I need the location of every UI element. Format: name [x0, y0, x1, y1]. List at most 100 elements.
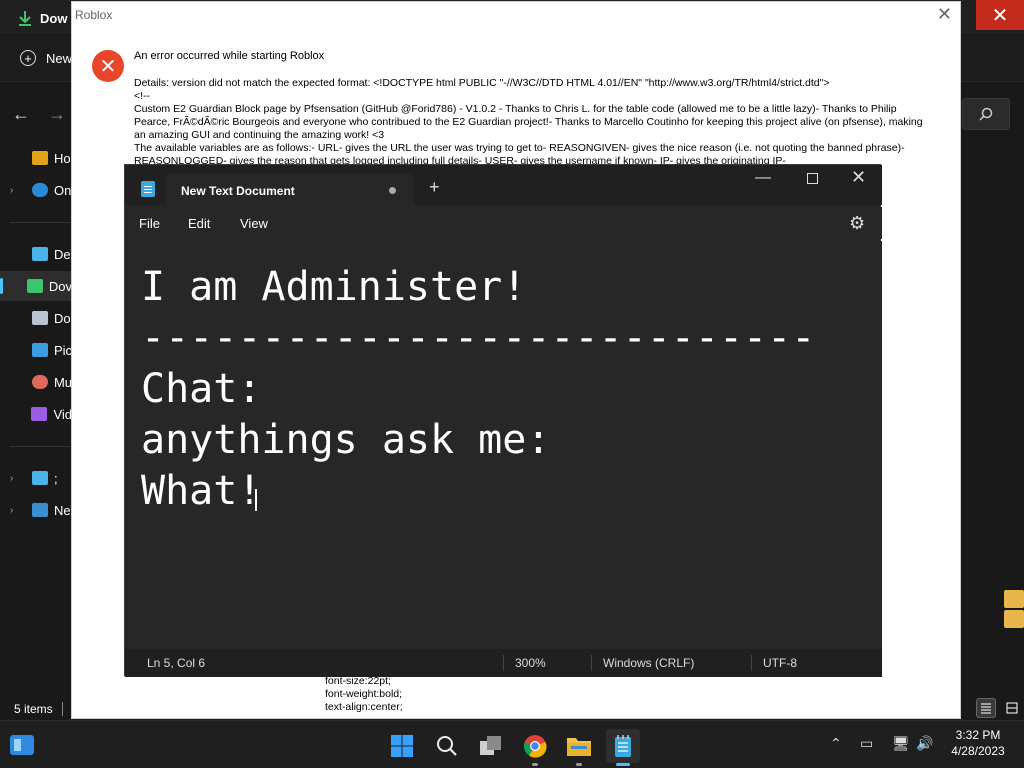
nav-item-network[interactable]: › Ne	[0, 495, 72, 525]
keyboard-icon[interactable]: ▭	[860, 735, 873, 752]
download-icon	[19, 11, 31, 26]
chevron-right-icon[interactable]: ›	[10, 185, 22, 196]
nav-item-onedrive[interactable]: › On	[0, 175, 72, 205]
forward-arrow-icon[interactable]: →	[48, 104, 66, 125]
nav-item-documents[interactable]: Do	[0, 303, 72, 333]
show-hidden-icons-chevron-icon[interactable]: ⌃	[830, 735, 842, 752]
notepad-titlebar: New Text Document + — ✕	[125, 165, 882, 207]
clock[interactable]: 3:32 PM 4/28/2023	[942, 727, 1014, 759]
notepad-window: New Text Document + — ✕ File Edit View ⚙…	[124, 164, 882, 677]
notepad-taskbar-button[interactable]	[606, 729, 640, 766]
nav-item-label: De	[54, 246, 71, 262]
tab-title: New Text Document	[181, 184, 295, 198]
code-line: font-weight:bold;	[325, 688, 403, 700]
cursor-position: Ln 5, Col 6	[147, 656, 206, 670]
back-arrow-icon[interactable]: ←	[12, 104, 30, 125]
nav-divider	[10, 446, 70, 447]
menu-edit[interactable]: Edit	[188, 216, 210, 231]
details-view-button[interactable]	[976, 698, 996, 718]
zoom-level[interactable]: 300%	[515, 656, 546, 670]
dialog-title: Roblox	[75, 8, 113, 22]
details-line: <!--	[134, 90, 151, 102]
view-toggle	[976, 698, 1022, 718]
nav-item-pictures[interactable]: Pic	[0, 335, 72, 365]
notepad-app-icon	[141, 181, 155, 197]
search-button[interactable]	[962, 98, 1010, 130]
nav-item-label: On	[54, 182, 72, 198]
this-pc-icon	[32, 471, 48, 485]
new-button[interactable]: + New	[20, 50, 72, 66]
encoding[interactable]: UTF-8	[763, 656, 797, 670]
search-icon	[979, 107, 993, 121]
nav-item-downloads[interactable]: Dov	[0, 271, 72, 301]
plus-icon: +	[20, 50, 36, 66]
nav-item-music[interactable]: Mu	[0, 367, 72, 397]
menu-file[interactable]: File	[139, 216, 160, 231]
tiles-view-icon	[1006, 702, 1018, 714]
monitor-widget-icon[interactable]	[1004, 610, 1024, 628]
file-explorer-icon	[567, 738, 591, 756]
error-details: Details: version did not match the expec…	[134, 77, 934, 168]
editor-line: anythings ask me:	[141, 417, 551, 463]
error-icon: ✕	[92, 50, 124, 82]
dialog-close-button[interactable]: ✕	[937, 4, 952, 25]
clock-time: 3:32 PM	[955, 728, 1001, 742]
network-icon	[32, 503, 48, 517]
nav-item-label: Dov	[48, 278, 72, 294]
nav-item-videos[interactable]: Vid	[0, 399, 72, 429]
notepad-close-button[interactable]: ✕	[851, 167, 866, 188]
network-tray-icon[interactable]: 🖥	[892, 735, 910, 752]
chevron-right-icon[interactable]: ›	[10, 473, 22, 484]
maximize-button[interactable]	[807, 173, 818, 184]
line-ending[interactable]: Windows (CRLF)	[603, 656, 694, 670]
editor-line: ----------------------------	[141, 315, 816, 361]
new-button-label: New	[46, 50, 73, 66]
notepad-status-bar: Ln 5, Col 6 300% Windows (CRLF) UTF-8	[125, 649, 882, 677]
error-message: An error occurred while starting Roblox	[134, 50, 325, 62]
notepad-tab[interactable]: New Text Document	[165, 173, 413, 207]
chevron-right-icon[interactable]: ›	[10, 505, 22, 516]
taskbar: ⌃ ▭ 🖥 🔊 3:32 PM 4/28/2023	[0, 720, 1024, 768]
new-tab-button[interactable]: +	[429, 177, 440, 198]
documents-icon	[32, 311, 48, 325]
minimize-button[interactable]: —	[755, 169, 771, 187]
side-widget	[1004, 590, 1024, 628]
nav-item-desktop[interactable]: De	[0, 239, 72, 269]
task-view-icon	[480, 736, 501, 755]
nav-item-this-pc[interactable]: › ;	[0, 463, 72, 493]
nav-item-home[interactable]: Ho	[0, 143, 72, 173]
music-icon	[31, 375, 48, 389]
close-icon: ✕	[936, 4, 952, 24]
volume-icon[interactable]: 🔊	[916, 735, 933, 752]
nav-item-label: Vid	[53, 406, 72, 422]
desktop-folder-icon	[32, 247, 48, 261]
file-explorer-button[interactable]	[562, 729, 596, 766]
editor-line: I am Administer!	[141, 264, 527, 310]
chrome-button[interactable]	[518, 729, 552, 766]
gear-widget-icon[interactable]	[1004, 590, 1024, 608]
home-icon	[32, 151, 48, 165]
text-editor[interactable]: I am Administer! -----------------------…	[125, 241, 882, 649]
unsaved-dot-icon[interactable]	[389, 187, 396, 194]
explorer-tab-label: Dow	[40, 10, 68, 26]
start-button[interactable]	[385, 729, 419, 763]
taskbar-search-button[interactable]	[430, 729, 464, 763]
details-view-icon	[981, 703, 991, 714]
explorer-tab[interactable]: Dow	[8, 2, 72, 34]
notepad-menubar: File Edit View ⚙	[125, 207, 882, 239]
settings-gear-icon[interactable]: ⚙	[849, 213, 865, 234]
downloads-icon	[26, 279, 43, 293]
menu-view[interactable]: View	[240, 216, 268, 231]
tiles-view-button[interactable]	[1002, 698, 1022, 718]
search-icon	[437, 736, 457, 756]
explorer-close-button[interactable]: ✕	[976, 0, 1024, 30]
task-view-button[interactable]	[474, 729, 508, 763]
editor-line: What!	[141, 468, 262, 514]
widgets-icon[interactable]	[10, 735, 34, 755]
details-line: Details: version did not match the expec…	[134, 77, 830, 89]
nav-item-label: Mu	[53, 374, 72, 390]
onedrive-cloud-icon	[32, 183, 48, 197]
notepad-icon	[615, 735, 631, 757]
item-count: 5 items	[14, 702, 53, 716]
details-line: Custom E2 Guardian Block page by Pfsensa…	[134, 103, 923, 141]
